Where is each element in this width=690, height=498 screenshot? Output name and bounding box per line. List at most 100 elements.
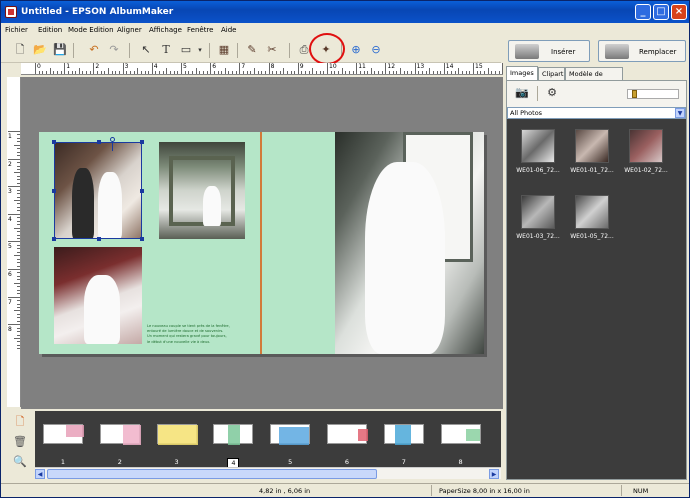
menu-fichier[interactable]: Fichier — [5, 26, 28, 34]
caption-text[interactable]: Le nouveau couple se tient près de la fe… — [147, 324, 255, 345]
photo-filter-select[interactable]: All Photos ▼ — [507, 107, 686, 119]
zoom-in-icon[interactable]: ⊕ — [349, 43, 363, 57]
ruler-tick — [71, 71, 73, 74]
tab-clipart[interactable]: Clipart — [538, 67, 565, 80]
page-number[interactable]: 3 — [171, 458, 183, 466]
resize-handle[interactable] — [52, 237, 56, 241]
menu-aligner[interactable]: Aligner — [117, 26, 142, 34]
menu-mode-edition[interactable]: Mode Edition — [68, 26, 114, 34]
resize-handle[interactable] — [52, 189, 56, 193]
page-number[interactable]: 1 — [57, 458, 69, 466]
spread-spine — [260, 132, 262, 354]
page-number[interactable]: 5 — [284, 458, 296, 466]
redo-icon[interactable]: ↷ — [107, 43, 121, 57]
image-item[interactable]: WE01-02_72... — [617, 125, 671, 185]
scroll-right-icon[interactable]: ▶ — [489, 469, 499, 479]
image-item[interactable]: WE01-05_72... — [563, 191, 617, 251]
resize-handle[interactable] — [52, 140, 56, 144]
page-thumbnail[interactable] — [440, 424, 481, 444]
resize-handle[interactable] — [140, 189, 144, 193]
preview-page-icon[interactable]: 🔍 — [13, 455, 27, 469]
open-icon[interactable]: 📂 — [33, 43, 47, 57]
chevron-down-icon[interactable]: ▼ — [675, 108, 685, 118]
selection-frame[interactable] — [52, 137, 144, 241]
page-thumbnail[interactable] — [213, 424, 254, 445]
minimize-button[interactable]: _ — [635, 4, 651, 20]
ruler-tick — [104, 71, 106, 74]
album-spread[interactable]: Le nouveau couple se tient près de la fe… — [39, 132, 484, 354]
ruler-tick — [396, 71, 398, 74]
page-thumbnail[interactable] — [270, 424, 311, 445]
bride-figure — [203, 186, 221, 226]
rotate-handle[interactable] — [110, 137, 115, 142]
scroll-left-icon[interactable]: ◀ — [35, 469, 45, 479]
shape-dropdown-icon[interactable]: ▾ — [193, 43, 207, 57]
image-frame-icon[interactable]: ▦ — [217, 43, 231, 57]
ruler-tick — [177, 71, 179, 74]
menu-affichage[interactable]: Affichage — [149, 26, 182, 34]
close-button[interactable]: × — [671, 4, 687, 20]
ruler-tick — [14, 338, 20, 339]
ruler-tick — [8, 131, 20, 132]
photo-couple-dancing[interactable] — [54, 247, 142, 344]
text-tool-icon[interactable]: T — [159, 43, 173, 57]
image-item[interactable]: WE01-01_72... — [563, 125, 617, 185]
undo-icon[interactable]: ↶ — [87, 43, 101, 57]
maximize-button[interactable]: □ — [653, 4, 669, 20]
scroll-thumb[interactable] — [47, 469, 377, 479]
thumbnail-size-slider[interactable] — [627, 89, 679, 99]
replace-button[interactable]: Remplacer — [598, 40, 686, 62]
menu-edition[interactable]: Edition — [38, 26, 62, 34]
page-thumbnail[interactable] — [99, 424, 141, 445]
menu-fenetre[interactable]: Fenêtre — [187, 26, 213, 34]
tab-page-template[interactable]: Modèle de page — [565, 67, 623, 86]
page-thumbnail[interactable] — [43, 424, 84, 444]
image-thumbnail — [575, 129, 609, 163]
page-number[interactable]: 8 — [455, 458, 467, 466]
camera-icon[interactable]: 📷 — [515, 86, 529, 100]
ruler-tick — [407, 71, 409, 74]
folder-browse-icon[interactable]: ⚙ — [545, 86, 559, 100]
add-page-icon[interactable]: 🗋 — [13, 415, 27, 429]
trim-icon[interactable]: ✂ — [265, 43, 279, 57]
photo-couple-through-window[interactable] — [159, 142, 245, 239]
image-thumbnail — [521, 129, 555, 163]
replace-image-icon — [605, 44, 629, 59]
resize-handle[interactable] — [97, 140, 101, 144]
tab-images[interactable]: Images — [506, 66, 538, 80]
editing-canvas[interactable]: Le nouveau couple se tient près de la fe… — [21, 77, 503, 409]
insert-button[interactable]: Insérer — [508, 40, 590, 62]
ruler-tick — [462, 71, 464, 74]
new-icon[interactable]: 🗋 — [13, 43, 27, 57]
resize-handle[interactable] — [97, 237, 101, 241]
select-arrow-icon[interactable]: ↖ — [139, 43, 153, 57]
ruler-number: 4 — [8, 215, 12, 223]
title-bar[interactable]: Untitled - EPSON AlbumMaker _ □ × — [1, 1, 689, 23]
resize-handle[interactable] — [140, 237, 144, 241]
page-thumbnail[interactable] — [383, 424, 424, 445]
menu-aide[interactable]: Aide — [221, 26, 236, 34]
ruler-tick — [8, 269, 20, 270]
ruler-tick — [166, 68, 168, 74]
ruler-tick — [17, 217, 20, 219]
page-number[interactable]: 2 — [114, 458, 126, 466]
slider-knob[interactable] — [632, 90, 637, 98]
app-icon[interactable] — [5, 6, 17, 18]
ruler-tick — [17, 203, 20, 205]
photo-bride-window[interactable] — [335, 132, 484, 354]
resize-handle[interactable] — [140, 140, 144, 144]
save-icon[interactable]: 💾 — [53, 43, 67, 57]
ruler-tick — [45, 71, 47, 74]
image-item[interactable]: WE01-03_72... — [509, 191, 563, 251]
horizontal-scrollbar[interactable]: ◀ ▶ — [35, 467, 501, 479]
delete-page-icon[interactable]: 🗑 — [13, 435, 27, 449]
page-number[interactable]: 7 — [398, 458, 410, 466]
page-thumbnail[interactable] — [156, 424, 198, 445]
zoom-out-icon[interactable]: ⊖ — [369, 43, 383, 57]
image-list: WE01-06_72... WE01-01_72... WE01-02_72..… — [507, 119, 686, 479]
shape-tool-icon[interactable]: ▭ — [179, 43, 193, 57]
page-number[interactable]: 6 — [341, 458, 353, 466]
page-thumbnail[interactable] — [327, 424, 368, 444]
image-item[interactable]: WE01-06_72... — [509, 125, 563, 185]
edit-photo-icon[interactable]: ✎ — [245, 43, 259, 57]
